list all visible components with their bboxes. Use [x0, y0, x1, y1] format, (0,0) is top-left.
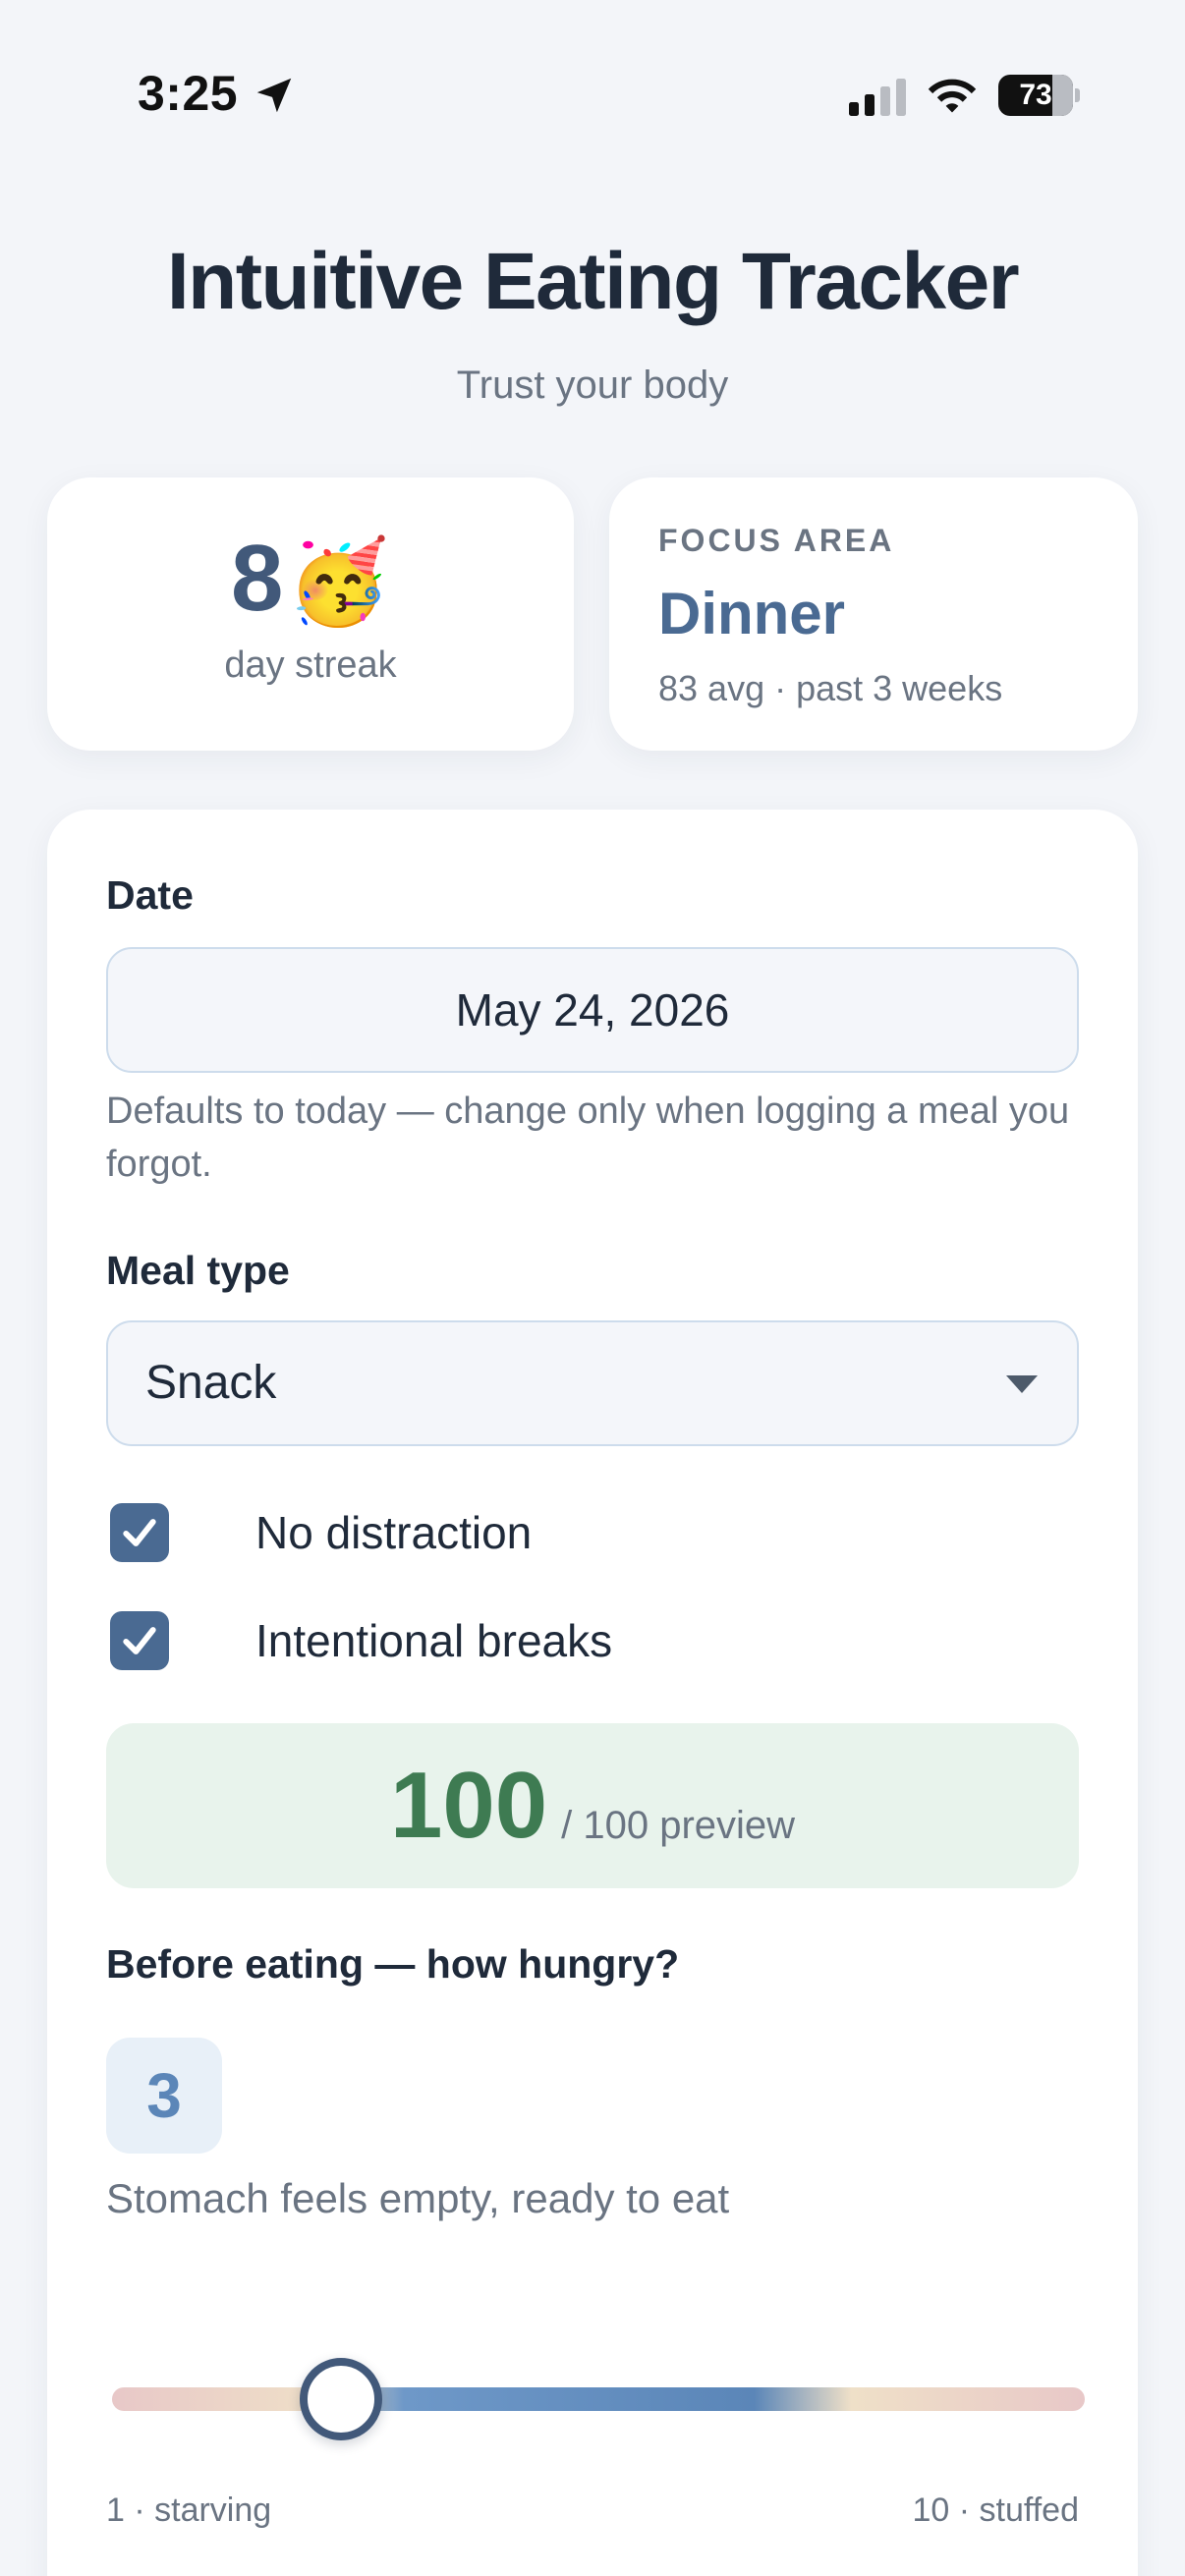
focus-area-sub: 83 avg · past 3 weeks: [658, 668, 1003, 708]
streak-number: 8: [231, 526, 284, 631]
score-value: 100: [389, 1753, 548, 1858]
slider-min-label: 1 · starving: [106, 2492, 272, 2529]
hunger-slider-track[interactable]: [112, 2387, 1085, 2411]
focus-area-value: Dinner: [658, 581, 846, 646]
meal-type-select[interactable]: Snack: [106, 1320, 1079, 1446]
no-distraction-checkbox[interactable]: [110, 1503, 169, 1562]
party-face-icon: 🥳: [287, 535, 390, 628]
meal-log-form: Date May 24, 2026 Defaults to today — ch…: [47, 810, 1138, 2576]
no-distraction-label: No distraction: [255, 1507, 533, 1558]
meal-type-label: Meal type: [106, 1248, 290, 1293]
streak-label: day streak: [224, 644, 397, 686]
streak-card: 8🥳 day streak: [47, 477, 574, 751]
score-preview: 100 / 100 preview: [106, 1723, 1079, 1888]
intentional-breaks-checkbox-row[interactable]: Intentional breaks: [110, 1609, 994, 1672]
status-time: 3:25: [138, 66, 239, 121]
battery-icon: 73: [998, 75, 1080, 116]
meal-type-value: Snack: [145, 1357, 277, 1409]
date-help-text: Defaults to today — change only when log…: [106, 1091, 1070, 1185]
intentional-breaks-label: Intentional breaks: [255, 1615, 613, 1666]
app-screen: 3:25 73 Intuitive Eating Tracker Trust y…: [0, 0, 1185, 2576]
date-value: May 24, 2026: [455, 984, 730, 1036]
hunger-value-badge: 3: [106, 2038, 222, 2154]
page-subtitle: Trust your body: [456, 364, 729, 407]
hunger-label: Before eating — how hungry?: [106, 1941, 680, 1987]
wifi-icon: [928, 79, 977, 113]
page-title: Intuitive Eating Tracker: [166, 237, 1020, 326]
hunger-description: Stomach feels empty, ready to eat: [106, 2175, 730, 2221]
chevron-down-icon: [1006, 1375, 1038, 1393]
checkmark-icon: [123, 1627, 156, 1654]
date-field[interactable]: May 24, 2026: [106, 947, 1079, 1073]
status-bar: 3:25 73: [0, 0, 1185, 196]
no-distraction-checkbox-row[interactable]: No distraction: [110, 1501, 994, 1564]
streak-count: 8🥳: [47, 525, 574, 633]
slider-max-label: 10 · stuffed: [912, 2492, 1080, 2529]
date-label: Date: [106, 872, 194, 918]
score-suffix: / 100 preview: [561, 1804, 796, 1847]
intentional-breaks-checkbox[interactable]: [110, 1611, 169, 1670]
hunger-slider-thumb[interactable]: [299, 2358, 382, 2440]
location-arrow-icon: [256, 78, 292, 113]
battery-level: 73: [1019, 79, 1052, 111]
cellular-signal-icon: [849, 79, 906, 116]
focus-area-label: FOCUS AREA: [658, 523, 895, 558]
checkmark-icon: [123, 1519, 156, 1546]
focus-area-card: FOCUS AREA Dinner 83 avg · past 3 weeks: [609, 477, 1138, 751]
